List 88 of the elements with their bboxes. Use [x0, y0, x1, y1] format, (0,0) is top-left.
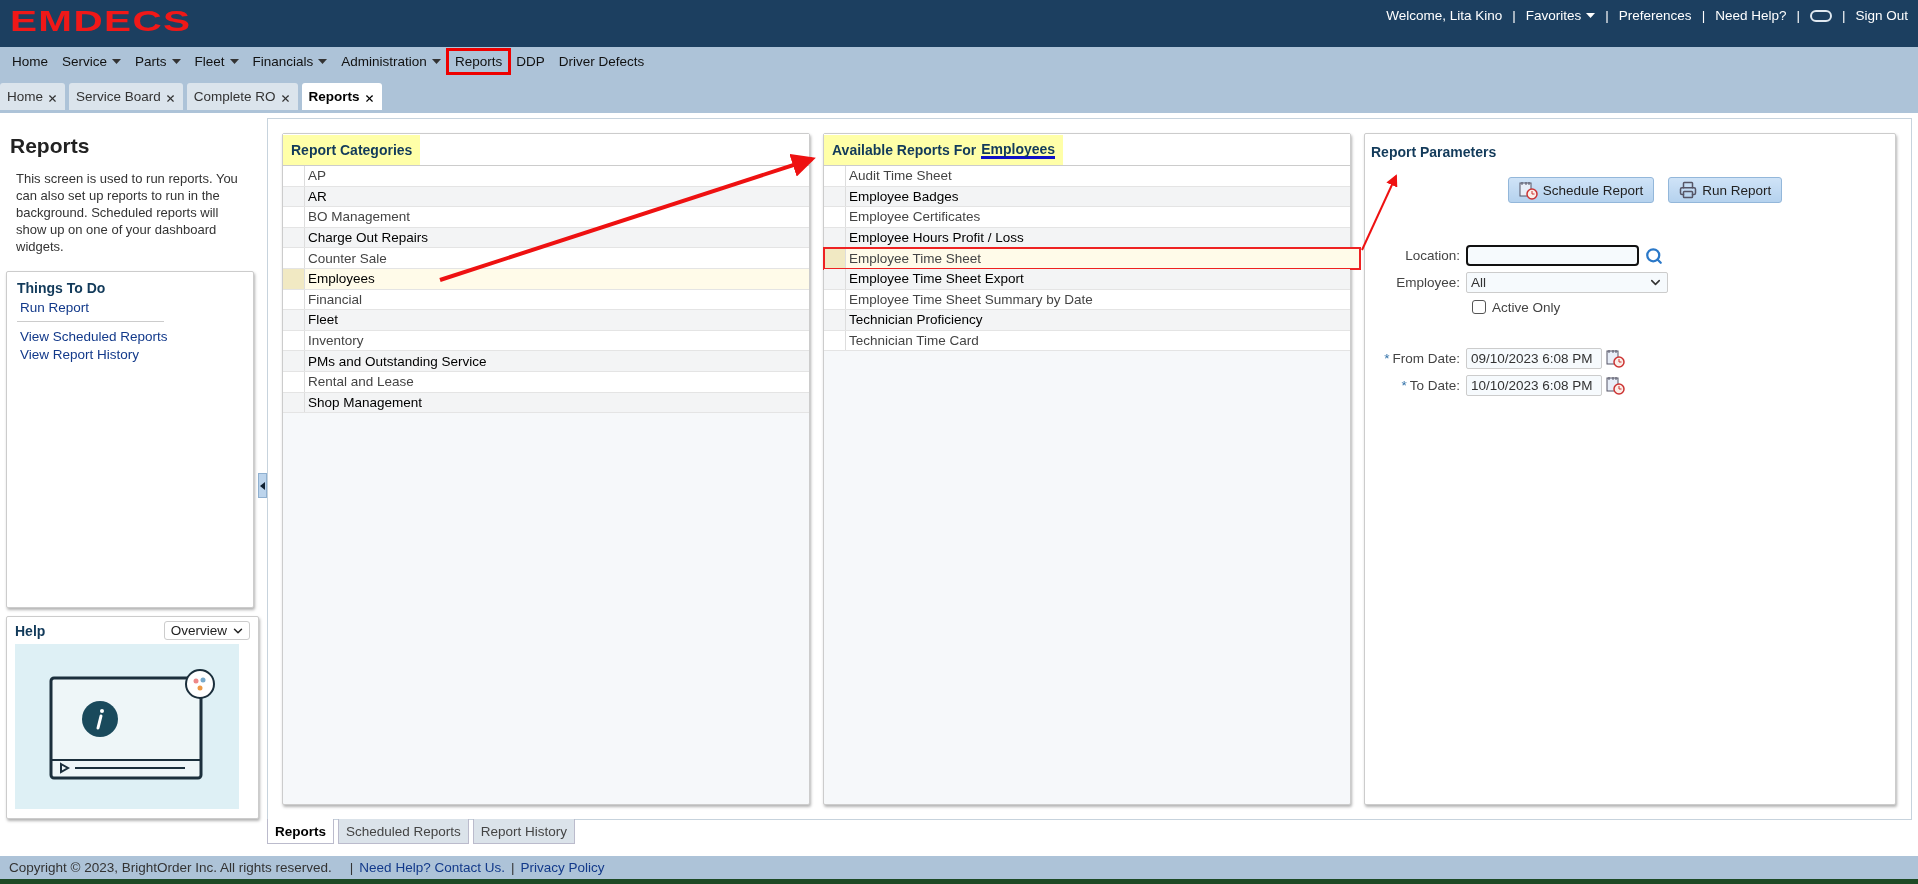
page-tab[interactable]: Reports — [301, 83, 382, 110]
footer-link[interactable]: Need Help? Contact Us. — [359, 860, 505, 875]
card-title: Help — [15, 622, 46, 639]
category-row[interactable]: Rental and Lease — [283, 371, 809, 393]
category-row[interactable]: Counter Sale — [283, 248, 809, 269]
caret-icon — [431, 58, 441, 64]
report-row[interactable]: Technician Proficiency — [824, 310, 1350, 331]
caret-icon — [112, 58, 122, 64]
footer-link[interactable]: Privacy Policy — [520, 860, 605, 875]
panel-title-text: Available Reports For — [832, 142, 977, 158]
caret-icon — [1586, 13, 1596, 18]
category-row[interactable]: Inventory — [283, 330, 809, 352]
bottom-tab[interactable]: Reports — [267, 819, 334, 844]
report-row[interactable]: Technician Time Card — [824, 330, 1350, 352]
card-title: Things To Do — [17, 280, 107, 296]
header-link[interactable]: Sign Out — [1855, 8, 1908, 23]
report-row[interactable]: Employee Time Sheet Export — [824, 268, 1350, 290]
report-row[interactable]: Employee Badges — [824, 186, 1350, 208]
report-row[interactable]: Employee Certificates — [824, 207, 1350, 228]
close-icon[interactable] — [279, 92, 291, 104]
menu-item[interactable]: DDP — [510, 50, 551, 72]
menu-item[interactable]: Administration — [335, 50, 447, 72]
category-row[interactable]: BO Management — [283, 207, 809, 228]
separator: | — [1512, 8, 1516, 23]
date-field[interactable]: 10/10/2023 6:08 PM — [1466, 374, 1602, 396]
separator: | — [510, 860, 515, 875]
menu-item[interactable]: Service — [56, 50, 128, 72]
report-row[interactable]: Employee Time Sheet — [824, 248, 1360, 269]
location-field[interactable] — [1466, 245, 1639, 266]
active-only-checkbox[interactable]: Active Only — [1472, 299, 1561, 315]
separator: | — [1796, 8, 1800, 23]
separator: | — [349, 860, 354, 875]
caret-icon — [171, 58, 181, 64]
separator: | — [1841, 8, 1846, 23]
field-label: * To Date: — [1400, 377, 1461, 393]
separator: | — [1701, 8, 1706, 23]
field-label: Location: — [1404, 248, 1461, 263]
panel-title: Report Categories — [283, 135, 421, 165]
bottom-tab[interactable]: Scheduled Reports — [338, 819, 469, 844]
search-icon[interactable] — [1645, 246, 1663, 265]
calendar-icon[interactable] — [1518, 180, 1538, 200]
header-link[interactable]: Need Help? — [1715, 8, 1787, 23]
favorites-menu[interactable]: Favorites — [1525, 8, 1596, 23]
menu-item[interactable]: Financials — [246, 50, 334, 72]
employee-select[interactable]: All — [1466, 271, 1668, 293]
report-row[interactable]: Employee Time Sheet Summary by Date — [824, 289, 1350, 311]
help-select[interactable]: Overview — [163, 621, 250, 640]
close-icon[interactable] — [47, 92, 58, 104]
schedule-report-button[interactable]: Schedule Report — [1507, 177, 1655, 203]
pill-icon[interactable] — [1809, 9, 1832, 22]
caret-icon — [229, 58, 239, 64]
run-report-button[interactable]: Run Report — [1668, 177, 1783, 203]
field-label: Employee: — [1395, 274, 1461, 290]
close-icon[interactable] — [164, 92, 176, 104]
menu-item[interactable]: Home — [6, 50, 54, 72]
menu-item[interactable]: Reports — [448, 50, 509, 72]
category-link[interactable]: Employees — [981, 141, 1056, 159]
category-row[interactable]: PMs and Outstanding Service — [283, 351, 809, 372]
page-tab[interactable]: Complete RO — [186, 83, 298, 110]
menu-item[interactable]: Driver Defects — [552, 50, 651, 72]
category-row[interactable]: AP — [283, 166, 809, 187]
caret-icon — [318, 58, 328, 64]
separator: | — [1605, 8, 1609, 23]
menu-item[interactable]: Parts — [129, 50, 187, 72]
calendar-icon[interactable] — [1606, 348, 1625, 368]
calendar-icon[interactable] — [1606, 375, 1625, 395]
close-icon[interactable] — [363, 92, 375, 104]
sidebar-link[interactable]: Run Report — [20, 300, 164, 315]
field-label: * From Date: — [1383, 350, 1461, 366]
report-row[interactable]: Audit Time Sheet — [824, 166, 1350, 187]
copyright-text: Copyright © 2023, BrightOrder Inc. All rights reserved. — [9, 860, 332, 875]
category-row[interactable]: Shop Management — [283, 392, 809, 414]
welcome-text: Welcome, Lita Kino — [1386, 8, 1503, 23]
category-row[interactable]: Financial — [283, 289, 809, 311]
description-text: This screen is used to run reports. You can also set up reports to run in the background. Scheduled reports will show up on one of your dashboard widgets. — [16, 170, 239, 255]
panel-title: Report Parameters — [1371, 144, 1498, 160]
collapse-handle[interactable] — [258, 473, 267, 498]
header-link[interactable]: Preferences — [1618, 8, 1692, 23]
menu-item[interactable]: Fleet — [188, 50, 245, 72]
page-tab[interactable]: Service Board — [69, 83, 183, 110]
printer-icon — [1679, 181, 1698, 199]
date-field[interactable]: 09/10/2023 6:08 PM — [1466, 347, 1602, 369]
page-title: Reports — [10, 134, 91, 158]
category-row[interactable]: Fleet — [283, 310, 809, 331]
bottom-tab[interactable]: Report History — [472, 819, 576, 844]
page-tab[interactable]: Home — [0, 83, 65, 110]
sidebar-link[interactable]: View Report History — [20, 347, 164, 362]
logo: EMDECS — [10, 4, 192, 38]
